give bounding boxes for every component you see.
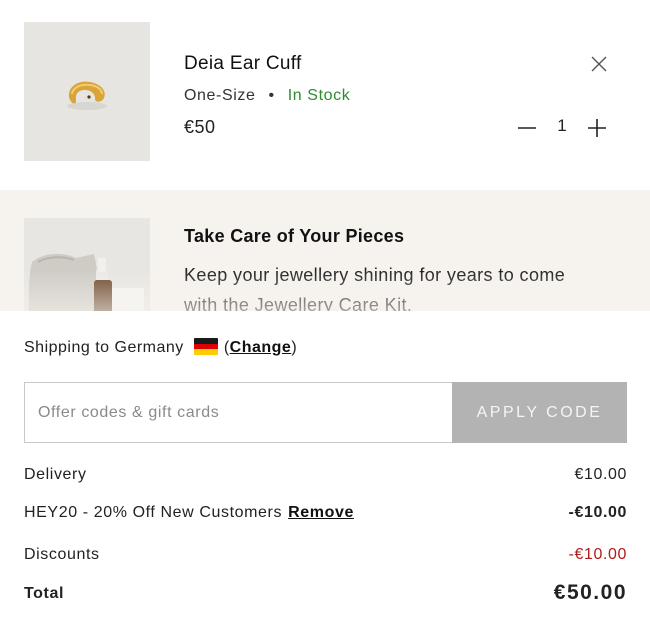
total-value: €50.00 xyxy=(553,581,627,604)
plus-icon xyxy=(588,119,606,137)
meta-separator: • xyxy=(268,87,275,104)
upsell-description: Keep your jewellery shining for years to… xyxy=(184,265,566,311)
close-paren: ) xyxy=(291,339,298,356)
stock-status: In Stock xyxy=(287,87,351,104)
quantity-value: 1 xyxy=(557,116,567,135)
upsell-title: Take Care of Your Pieces xyxy=(184,226,405,246)
germany-flag-icon xyxy=(193,338,218,355)
shipping-destination: Shipping to Germany (Change) xyxy=(24,338,297,357)
minus-icon xyxy=(518,127,536,129)
care-kit-upsell[interactable]: Take Care of Your Pieces Keep your jewel… xyxy=(0,190,650,311)
shipping-text: Shipping to Germany xyxy=(24,339,184,356)
remove-promo-link[interactable]: Remove xyxy=(288,504,354,521)
jewellery-care-kit-image[interactable] xyxy=(24,218,150,311)
product-title[interactable]: Deia Ear Cuff xyxy=(184,53,302,75)
delivery-line: Delivery €10.00 xyxy=(24,466,627,484)
product-size: One-Size xyxy=(184,87,256,104)
offer-code-form: APPLY CODE xyxy=(24,382,627,443)
gold-ear-cuff-image[interactable] xyxy=(24,22,150,161)
total-line: Total €50.00 xyxy=(24,581,627,604)
discounts-value: -€10.00 xyxy=(568,546,627,563)
promo-code-line: HEY20 - 20% Off New Customers Remove -€10… xyxy=(24,504,627,522)
quantity-stepper: 1 xyxy=(514,114,612,140)
product-meta: One-Size • In Stock xyxy=(184,87,350,105)
remove-item-button[interactable] xyxy=(589,54,609,74)
change-country-link[interactable]: Change xyxy=(230,339,292,356)
order-summary: Shipping to Germany(Change) APPLY CODE D… xyxy=(0,311,650,619)
promo-code-label: HEY20 - 20% Off New Customers xyxy=(24,504,283,521)
increase-quantity-button[interactable] xyxy=(586,117,608,139)
total-label: Total xyxy=(24,585,65,602)
product-price: €50 xyxy=(184,117,216,137)
delivery-value: €10.00 xyxy=(574,466,627,483)
promo-code-value: -€10.00 xyxy=(568,504,627,521)
delivery-label: Delivery xyxy=(24,466,87,483)
discounts-label: Discounts xyxy=(24,546,100,563)
cart-item: Deia Ear Cuff One-Size • In Stock €50 1 xyxy=(0,0,650,188)
discounts-line: Discounts -€10.00 xyxy=(24,546,627,564)
close-icon xyxy=(591,56,607,72)
offer-code-input[interactable] xyxy=(24,382,452,443)
apply-code-button[interactable]: APPLY CODE xyxy=(452,382,627,443)
decrease-quantity-button[interactable] xyxy=(516,117,538,139)
